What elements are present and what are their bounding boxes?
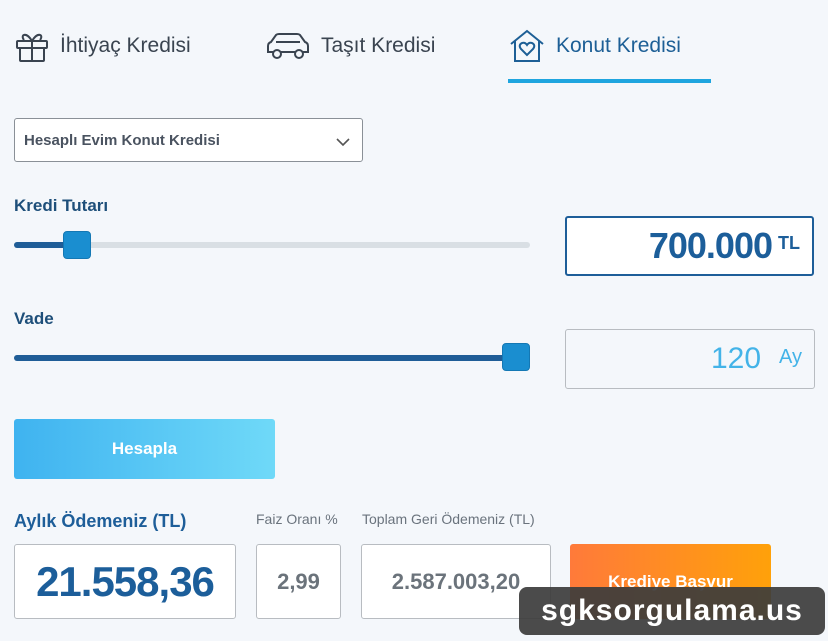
chevron-down-icon <box>336 134 350 151</box>
calculate-button[interactable]: Hesapla <box>14 419 275 479</box>
amount-slider-track[interactable] <box>14 242 530 248</box>
interest-rate-value: 2,99 <box>277 568 320 594</box>
term-label: Vade <box>14 309 54 328</box>
car-icon <box>265 30 311 62</box>
total-payment-label: Toplam Geri Ödemeniz (TL) <box>362 511 535 527</box>
tab-label: Konut Kredisi <box>556 34 681 57</box>
tab-ihtiyac-kredisi[interactable]: İhtiyaç Kredisi <box>14 26 191 66</box>
monthly-payment-box: 21.558,36 <box>14 544 236 619</box>
term-unit: Ay <box>779 345 802 368</box>
amount-label: Kredi Tutarı <box>14 196 109 215</box>
amount-slider-handle[interactable] <box>62 231 91 259</box>
total-payment-value: 2.587.003,20 <box>391 568 521 594</box>
watermark: sgksorgulama.us <box>519 587 825 635</box>
monthly-payment-value: 21.558,36 <box>36 557 215 605</box>
monthly-payment-label: Aylık Ödemeniz (TL) <box>14 511 187 531</box>
tab-label: Taşıt Kredisi <box>321 34 436 57</box>
term-value: 120 <box>710 342 762 375</box>
house-heart-icon <box>508 28 546 64</box>
term-slider-fill <box>14 355 516 361</box>
loan-type-select[interactable]: Hesaplı Evim Konut Kredisi <box>14 118 363 162</box>
term-slider-handle[interactable] <box>502 343 530 371</box>
active-tab-indicator <box>508 79 711 83</box>
gift-icon <box>14 29 50 63</box>
tab-konut-kredisi[interactable]: Konut Kredisi <box>508 26 681 66</box>
amount-input[interactable]: 700.000 TL <box>565 216 814 276</box>
tab-label: İhtiyaç Kredisi <box>60 34 191 57</box>
interest-rate-label: Faiz Oranı % <box>256 511 338 527</box>
interest-rate-box: 2,99 <box>256 544 341 619</box>
loan-type-selected: Hesaplı Evim Konut Kredisi <box>24 131 220 149</box>
amount-value: 700.000 <box>648 225 773 266</box>
tab-tasit-kredisi[interactable]: Taşıt Kredisi <box>265 26 435 66</box>
term-input[interactable]: 120 Ay <box>565 329 815 389</box>
amount-unit: TL <box>778 232 800 253</box>
